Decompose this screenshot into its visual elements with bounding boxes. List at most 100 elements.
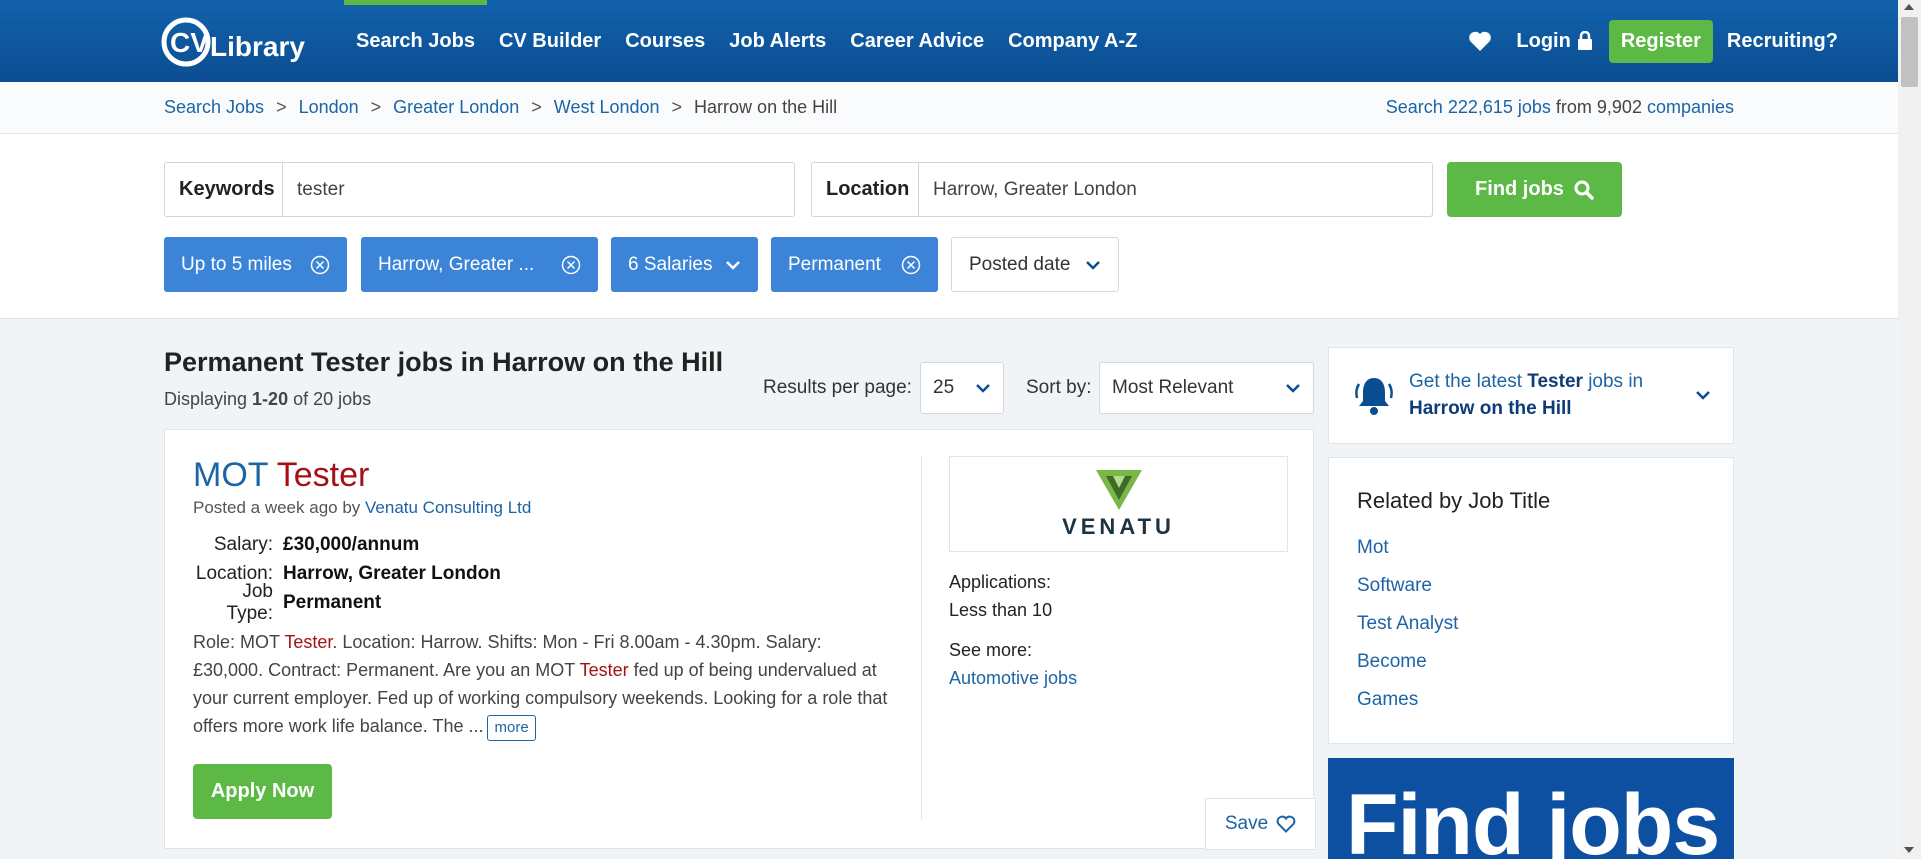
filter-location-label: Harrow, Greater ... [378,253,535,275]
desc-text: Role: MOT [193,632,285,652]
companies-link[interactable]: companies [1647,97,1734,117]
login-label: Login [1516,29,1571,52]
related-link-become[interactable]: Become [1357,643,1458,681]
keywords-label: Keywords [165,163,283,216]
save-job-button[interactable]: Save [1205,798,1316,850]
job-type-value: Permanent [283,591,382,613]
svg-text:CV: CV [170,27,209,58]
related-link-mot[interactable]: Mot [1357,529,1458,567]
saved-jobs-heart-icon[interactable] [1460,21,1500,61]
nav-cv-builder[interactable]: CV Builder [487,0,613,82]
keywords-field[interactable]: Keywords tester [164,162,795,217]
results-count-suffix: of 20 jobs [288,389,372,409]
register-button[interactable]: Register [1608,19,1713,63]
job-type-label: Job Type: [226,580,273,624]
filter-distance[interactable]: Up to 5 miles [164,237,347,292]
results-per-page-value: 25 [933,377,955,398]
desc-keyword: Tester [579,660,629,680]
job-meta: Salary: £30,000/annum Location: Harrow, Gr… [193,530,501,624]
breadcrumb-west-london[interactable]: West London [554,97,660,118]
chevron-down-icon [1086,260,1100,270]
nav-job-alerts[interactable]: Job Alerts [717,0,838,82]
breadcrumb-separator: > [276,97,287,117]
scroll-thumb[interactable] [1901,17,1918,87]
related-job-titles: Related by Job Title Mot Software Test A… [1328,457,1734,744]
posted-date: Posted a week ago by [193,498,366,517]
bell-icon [1355,378,1393,415]
find-jobs-button[interactable]: Find jobs [1447,162,1622,217]
job-title-keyword: Tester [276,456,370,494]
site-header: CV Library Search Jobs CV Builder Course… [0,0,1898,82]
alert-place: Harrow on the Hill [1409,398,1572,419]
filter-job-type[interactable]: Permanent [771,237,938,292]
find-jobs-label: Find jobs [1475,178,1564,200]
sort-by-select[interactable]: Most Relevant [1099,362,1314,414]
salary-label: Salary: [213,533,273,555]
see-more-info: See more: Automotive jobs [949,636,1077,692]
lock-icon [1577,31,1592,50]
keywords-input[interactable]: tester [283,163,794,216]
search-jobs-count-link[interactable]: Search 222,615 jobs [1386,97,1551,117]
breadcrumb-greater-london[interactable]: Greater London [393,97,519,118]
nav-courses[interactable]: Courses [613,0,717,82]
scroll-down-arrow[interactable] [1904,847,1914,853]
breadcrumb-london[interactable]: London [299,97,359,118]
cv-library-logo[interactable]: CV Library [160,12,312,70]
close-circle-icon[interactable] [310,255,330,275]
chevron-down-icon [1696,391,1710,400]
related-link-software[interactable]: Software [1357,567,1458,605]
filter-posted-date[interactable]: Posted date [951,237,1119,292]
close-circle-icon[interactable] [901,255,921,275]
chevron-down-icon [976,384,990,393]
nav-company-a-z[interactable]: Company A-Z [996,0,1149,82]
find-jobs-banner[interactable]: Find jobs [1328,758,1734,859]
results-count: Displaying 1-20 of 20 jobs [164,389,371,410]
filter-location[interactable]: Harrow, Greater ... [361,237,598,292]
filter-salaries[interactable]: 6 Salaries [611,237,758,292]
nav-search-jobs[interactable]: Search Jobs [344,0,487,82]
search-icon [1574,180,1594,200]
salary-value: £30,000/annum [283,533,420,555]
page-scrollbar[interactable] [1898,0,1921,859]
nav-career-advice[interactable]: Career Advice [838,0,996,82]
related-link-games[interactable]: Games [1357,681,1458,719]
job-alert-text: Get the latest Tester jobs in Harrow on … [1409,368,1689,422]
automotive-jobs-link[interactable]: Automotive jobs [949,668,1077,688]
recruiting-link[interactable]: Recruiting? [1725,30,1838,53]
results-per-page-select[interactable]: 25 [920,362,1004,414]
header-actions: Login Register Recruiting? [1460,0,1838,82]
company-link[interactable]: Venatu Consulting Ltd [365,498,531,517]
card-divider [921,456,922,820]
breadcrumb: Search Jobs > London > Greater London > … [164,97,837,118]
results-per-page-label: Results per page: [763,377,912,398]
search-stats: Search 222,615 jobs from 9,902 companies [1386,97,1734,118]
location-label: Location [812,163,919,216]
job-posted-info: Posted a week ago by Venatu Consulting L… [193,498,531,518]
breadcrumb-separator: > [531,97,542,117]
apply-now-button[interactable]: Apply Now [193,764,332,819]
job-description: Role: MOT Tester. Location: Harrow. Shif… [193,628,893,741]
alert-keyword: Tester [1527,371,1583,392]
related-list: Mot Software Test Analyst Become Games [1357,529,1458,719]
desc-keyword: Tester [284,632,333,652]
company-logo[interactable]: VENATU [949,456,1288,552]
job-alert-box[interactable]: Get the latest Tester jobs in Harrow on … [1328,347,1734,444]
breadcrumb-search-jobs[interactable]: Search Jobs [164,97,264,118]
related-link-test-analyst[interactable]: Test Analyst [1357,605,1458,643]
results-count-prefix: Displaying [164,389,253,409]
location-field[interactable]: Location Harrow, Greater London [811,162,1433,217]
location-input[interactable]: Harrow, Greater London [919,163,1432,216]
related-title: Related by Job Title [1357,488,1551,513]
job-card: MOT Tester Posted a week ago by Venatu C… [164,429,1316,850]
sort-by-label: Sort by: [1026,377,1092,398]
job-title-link[interactable]: MOT Tester [193,456,369,495]
filter-posted-date-label: Posted date [969,253,1071,275]
scroll-up-arrow[interactable] [1904,4,1914,10]
filter-salaries-label: 6 Salaries [628,253,713,275]
chevron-down-icon [726,260,740,270]
login-link[interactable]: Login [1512,30,1596,53]
more-button[interactable]: more [487,715,536,741]
breadcrumb-current: Harrow on the Hill [694,97,838,117]
close-circle-icon[interactable] [561,255,581,275]
chevron-down-icon [1286,384,1300,393]
